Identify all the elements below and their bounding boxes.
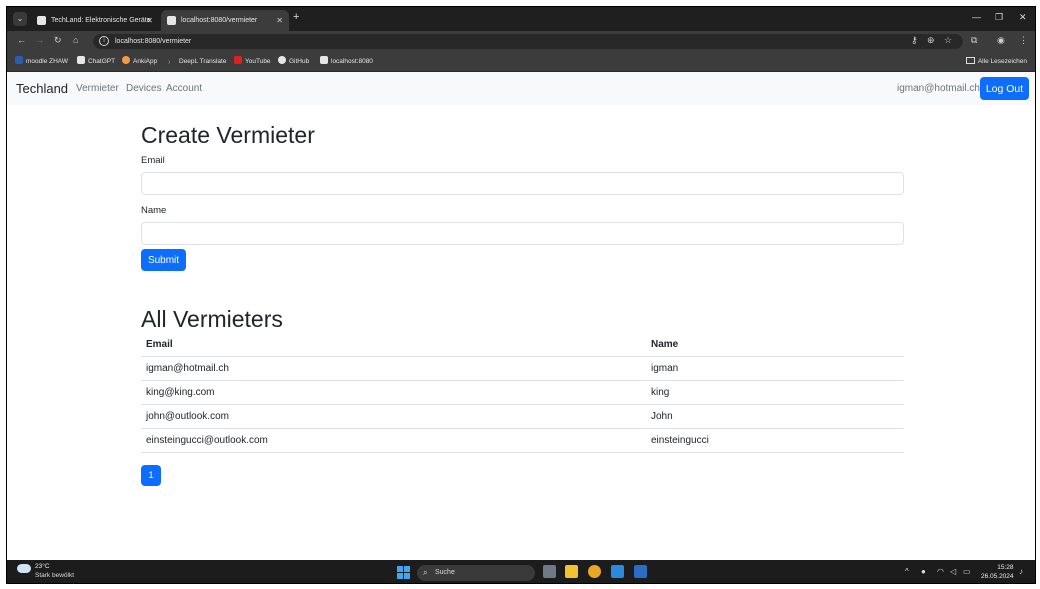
table-row: igman@hotmail.ch igman [141, 357, 904, 381]
tab-search-icon[interactable]: ⌄ [13, 12, 27, 26]
windows-start-icon[interactable] [397, 566, 410, 579]
tab-title: localhost:8080/vermieter [181, 17, 258, 24]
nav-link-vermieter[interactable]: Vermieter [76, 83, 119, 94]
profile-icon[interactable]: ◉ [997, 35, 1005, 46]
column-header-name: Name [651, 339, 679, 350]
ankiapp-icon [122, 56, 130, 64]
user-email: igman@hotmail.ch [897, 83, 980, 94]
bookmark-localhost[interactable]: localhost:8080 [320, 52, 373, 72]
screen-frame: ⌄ TechLand: Elektronische Geräte ✕ local… [6, 6, 1036, 584]
row-email: john@outlook.com [146, 411, 229, 422]
battery-icon[interactable]: ▭ [963, 567, 971, 576]
row-email: igman@hotmail.ch [146, 363, 229, 374]
browser-tab-vermieter[interactable]: localhost:8080/vermieter ✕ [161, 10, 289, 31]
tray-chevron-icon[interactable]: ^ [905, 567, 909, 576]
deepl-icon: › [168, 59, 176, 67]
name-field[interactable] [141, 222, 904, 245]
table-header-row: Email Name [141, 333, 904, 357]
clock[interactable]: 15:28 26.05.2024 [981, 563, 1014, 581]
bookmark-ankiapp[interactable]: AnkiApp [122, 52, 157, 72]
close-tab-icon[interactable]: ✕ [146, 10, 153, 31]
tab-favicon-icon [37, 16, 46, 25]
password-key-icon[interactable]: ⚷ [911, 35, 918, 46]
browser-tab-techland[interactable]: TechLand: Elektronische Geräte ✕ [31, 10, 159, 31]
extensions-icon[interactable]: ⧉ [971, 35, 977, 46]
address-bar[interactable]: i localhost:8080/vermieter ⚷ ⊕ ☆ [93, 34, 963, 49]
wifi-icon[interactable]: ◠ [937, 567, 944, 576]
all-bookmarks[interactable]: Alle Lesezeichen [965, 52, 1027, 72]
table-row: john@outlook.com John [141, 405, 904, 429]
table-row: einsteingucci@outlook.com einsteingucci [141, 429, 904, 453]
windows-taskbar: 23°C Stark bewölkt ⌕ Suche ^ ● ◠ ◁ ▭ 15:… [7, 560, 1035, 583]
home-icon[interactable]: ⌂ [73, 35, 78, 45]
clock-time: 15:28 [997, 564, 1014, 571]
github-icon [278, 56, 286, 64]
volume-icon[interactable]: ◁ [950, 567, 956, 576]
back-icon[interactable]: ← [17, 35, 26, 45]
minimize-icon[interactable]: — [972, 12, 981, 22]
column-header-email: Email [146, 339, 173, 350]
tab-title: TechLand: Elektronische Geräte [51, 17, 151, 24]
forward-icon[interactable]: → [35, 35, 44, 45]
close-tab-icon[interactable]: ✕ [276, 10, 283, 31]
restore-icon[interactable]: ❐ [995, 12, 1003, 23]
notification-bell-icon[interactable]: ♪ [1019, 567, 1023, 576]
email-label: Email [141, 155, 165, 166]
row-name: igman [651, 363, 679, 374]
chatgpt-icon [77, 56, 85, 64]
new-tab-icon[interactable]: + [293, 11, 299, 23]
create-title: Create Vermieter [141, 122, 315, 148]
site-info-icon[interactable]: i [99, 36, 109, 46]
nav-link-account[interactable]: Account [166, 83, 202, 94]
search-icon: ⌕ [423, 568, 428, 577]
moodle-icon [15, 56, 23, 64]
weather-temperature: 23°C [35, 563, 50, 570]
vermieter-table: Email Name igman@hotmail.ch igman king@k… [141, 333, 904, 453]
logout-button[interactable]: Log Out [980, 77, 1029, 100]
reload-icon[interactable]: ↻ [54, 35, 62, 46]
bookmark-github[interactable]: GitHub [278, 52, 309, 72]
nav-link-devices[interactable]: Devices [126, 83, 162, 94]
weather-description: Stark bewölkt [35, 572, 75, 579]
vscode-icon[interactable] [611, 565, 624, 578]
chrome-icon[interactable] [588, 565, 601, 578]
row-name: king [651, 387, 670, 398]
email-field[interactable] [141, 172, 904, 195]
zoom-icon[interactable]: ⊕ [927, 35, 935, 46]
file-explorer-icon[interactable] [565, 565, 578, 578]
task-view-icon[interactable] [543, 565, 556, 578]
bookmarks-bar: moodle ZHAW ChatGPT AnkiApp › DeepL Trans… [7, 52, 1035, 72]
cloud-icon[interactable] [17, 564, 31, 573]
youtube-icon [234, 56, 242, 64]
browser-toolbar: ← → ↻ ⌂ i localhost:8080/vermieter ⚷ ⊕ ☆… [7, 31, 1035, 52]
page-icon [320, 56, 328, 64]
row-email: king@king.com [146, 387, 215, 398]
app-navbar: Techland Vermieter Devices Account igman… [7, 72, 1035, 105]
list-title: All Vermieters [141, 306, 283, 332]
pagination-page-1[interactable]: 1 [141, 465, 161, 486]
browser-menu-icon[interactable]: ⋮ [1019, 35, 1028, 46]
browser-tab-strip: ⌄ TechLand: Elektronische Geräte ✕ local… [7, 7, 1035, 31]
bookmark-chatgpt[interactable]: ChatGPT [77, 52, 115, 72]
table-row: king@king.com king [141, 381, 904, 405]
web-page: Techland Vermieter Devices Account igman… [7, 72, 1035, 560]
tray-app-icon[interactable]: ● [921, 567, 926, 576]
row-name: John [651, 411, 673, 422]
brand-link[interactable]: Techland [16, 81, 68, 96]
bookmark-youtube[interactable]: YouTube [234, 52, 271, 72]
taskbar-search[interactable]: ⌕ Suche [417, 565, 535, 581]
bookmark-deepl[interactable]: › DeepL Translate [168, 52, 226, 72]
clock-date: 26.05.2024 [981, 573, 1014, 580]
word-icon[interactable] [634, 565, 647, 578]
bookmark-moodle[interactable]: moodle ZHAW [15, 52, 68, 72]
url-text: localhost:8080/vermieter [115, 38, 192, 45]
folder-icon [965, 57, 975, 64]
close-window-icon[interactable]: ✕ [1019, 12, 1027, 23]
bookmark-star-icon[interactable]: ☆ [944, 35, 952, 46]
row-name: einsteingucci [651, 435, 709, 446]
row-email: einsteingucci@outlook.com [146, 435, 268, 446]
tab-favicon-icon [167, 16, 176, 25]
name-label: Name [141, 205, 167, 216]
submit-button[interactable]: Submit [141, 249, 186, 271]
